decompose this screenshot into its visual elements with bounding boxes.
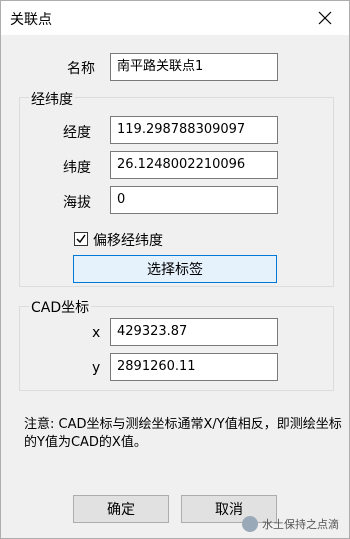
cad-group-title: CAD坐标 <box>29 297 92 317</box>
watermark-text: 水土保持之点滴 <box>262 518 339 531</box>
window-title: 关联点 <box>10 12 52 28</box>
latlon-group-title: 经纬度 <box>29 89 75 109</box>
altitude-label: 海拔 <box>63 195 91 211</box>
cad-x-input[interactable]: 429323.87 <box>110 318 278 346</box>
select-label-button[interactable]: 选择标签 <box>73 255 277 283</box>
name-label: 名称 <box>67 61 95 77</box>
latitude-label: 纬度 <box>63 160 91 176</box>
offset-checkbox[interactable] <box>74 232 88 246</box>
checkmark-icon <box>76 234 86 244</box>
latitude-input[interactable]: 26.1248002210096 <box>110 151 278 179</box>
longitude-input[interactable]: 119.298788309097 <box>110 116 278 144</box>
altitude-input[interactable]: 0 <box>110 186 278 214</box>
dialog-window: 关联点 名称 南平路关联点1 经纬度 经度 119.298788309097 纬… <box>0 0 350 539</box>
name-input[interactable]: 南平路关联点1 <box>110 53 278 81</box>
close-icon <box>318 11 332 25</box>
cad-y-input[interactable]: 2891260.11 <box>110 353 278 381</box>
cad-x-label: x <box>92 325 101 341</box>
note-text: 注意: CAD坐标与测绘坐标通常X/Y值相反，即测绘坐标的Y值为CAD的X值。 <box>24 417 342 450</box>
title-bar: 关联点 <box>1 1 349 35</box>
longitude-label: 经度 <box>63 125 91 141</box>
close-button[interactable] <box>301 1 349 35</box>
watermark-logo-icon <box>242 516 258 532</box>
offset-label: 偏移经纬度 <box>93 233 163 249</box>
ok-button[interactable]: 确定 <box>73 495 169 523</box>
watermark: 水土保持之点滴 <box>242 516 339 532</box>
cad-y-label: y <box>92 360 101 376</box>
